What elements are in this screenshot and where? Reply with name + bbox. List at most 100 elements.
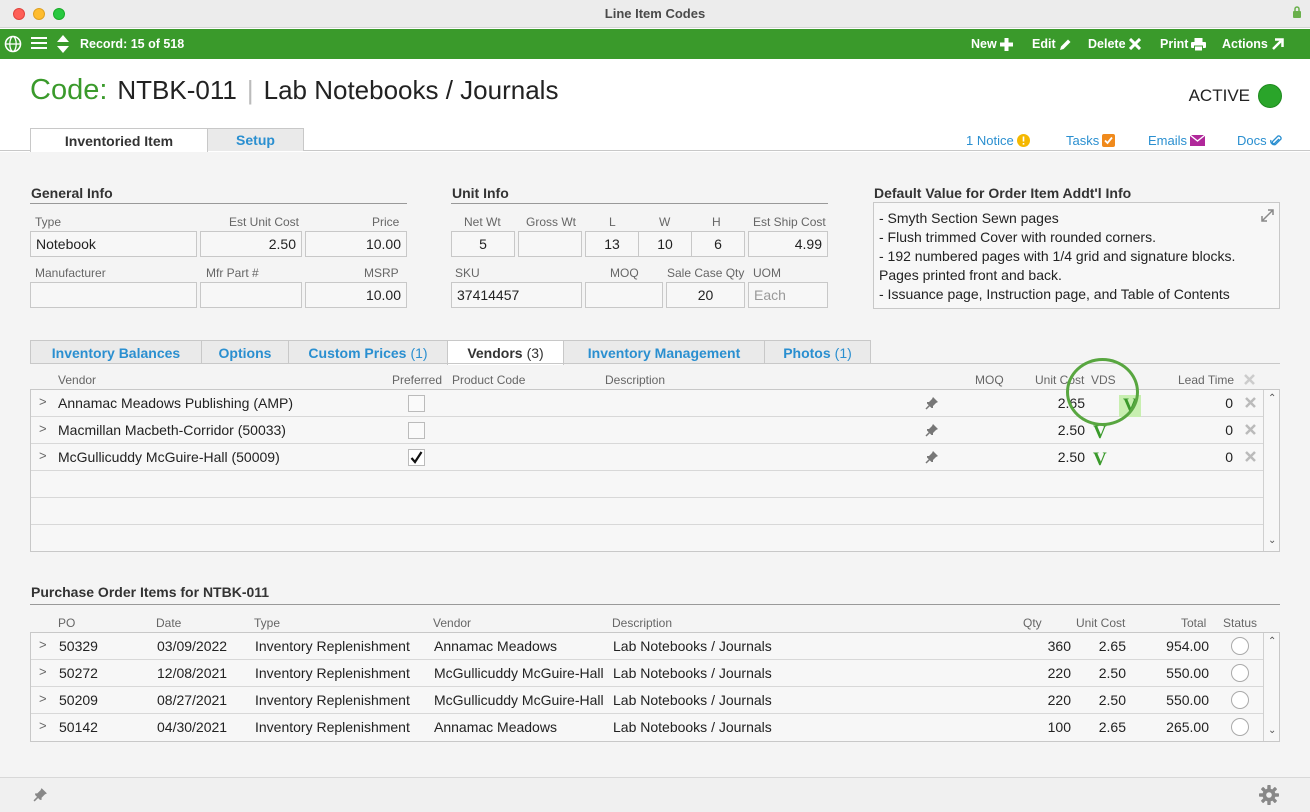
scroll-up-icon[interactable]: ⌃ — [1268, 393, 1276, 404]
expand-row-icon[interactable]: > — [39, 691, 47, 706]
scroll-down-icon[interactable]: ⌄ — [1268, 535, 1276, 546]
price-field[interactable]: 10.00 — [305, 231, 407, 257]
expand-row-icon[interactable]: > — [39, 664, 47, 679]
pin-icon[interactable] — [925, 450, 939, 464]
remove-row-icon[interactable] — [1245, 397, 1256, 408]
moq-field[interactable] — [585, 282, 663, 308]
expand-row-icon[interactable]: > — [39, 394, 47, 409]
col-type[interactable]: Type — [254, 616, 280, 630]
col-date[interactable]: Date — [156, 616, 181, 630]
notice-link[interactable]: 1 Notice — [966, 133, 1030, 148]
po-description: Lab Notebooks / Journals — [613, 665, 772, 681]
table-row[interactable]: > 50142 04/30/2021 Inventory Replenishme… — [31, 714, 1263, 741]
col-status[interactable]: Status — [1223, 616, 1257, 630]
tab-setup[interactable]: Setup — [207, 128, 304, 151]
lock-icon[interactable] — [1292, 5, 1302, 19]
docs-link[interactable]: Docs — [1237, 133, 1282, 148]
msrp-label: MSRP — [364, 266, 399, 280]
col-total[interactable]: Total — [1181, 616, 1206, 630]
subtab-photos[interactable]: Photos (1) — [764, 340, 871, 364]
uom-field[interactable]: Each — [748, 282, 828, 308]
scroll-up-icon[interactable]: ⌃ — [1268, 636, 1276, 647]
po-total: 954.00 — [1166, 638, 1209, 654]
po-qty: 100 — [1047, 719, 1071, 735]
new-button[interactable]: New — [971, 37, 1013, 51]
col-po[interactable]: PO — [58, 616, 75, 630]
manufacturer-field[interactable] — [30, 282, 197, 308]
col-preferred[interactable]: Preferred — [392, 373, 442, 387]
table-row[interactable]: > McGullicuddy McGuire-Hall (50009) 2.50… — [31, 444, 1263, 471]
col-po-unit-cost[interactable]: Unit Cost — [1076, 616, 1125, 630]
col-product-code[interactable]: Product Code — [452, 373, 525, 387]
plus-icon — [999, 37, 1013, 51]
table-row[interactable]: > 50272 12/08/2021 Inventory Replenishme… — [31, 660, 1263, 687]
col-description[interactable]: Description — [605, 373, 665, 387]
scroll-down-icon[interactable]: ⌄ — [1268, 725, 1276, 736]
table-row[interactable]: > Macmillan Macbeth-Corridor (50033) 2.5… — [31, 417, 1263, 444]
subtab-inventory-management[interactable]: Inventory Management — [563, 340, 765, 364]
col-vendor[interactable]: Vendor — [58, 373, 96, 387]
status-label: ACTIVE — [1188, 86, 1250, 105]
sku-field[interactable]: 37414457 — [451, 282, 582, 308]
tasks-link[interactable]: Tasks — [1066, 133, 1116, 148]
emails-link[interactable]: Emails — [1148, 133, 1206, 148]
preferred-checkbox[interactable] — [408, 395, 425, 412]
expand-icon[interactable] — [1260, 208, 1275, 223]
print-button[interactable]: Print — [1160, 37, 1207, 51]
actions-button[interactable]: Actions — [1222, 37, 1284, 51]
msrp-field[interactable]: 10.00 — [305, 282, 407, 308]
preferred-checkbox[interactable] — [408, 422, 425, 439]
status-indicator[interactable]: ACTIVE — [1189, 84, 1282, 108]
subtab-custom-prices[interactable]: Custom Prices (1) — [288, 340, 448, 364]
remove-row-icon[interactable] — [1245, 451, 1256, 462]
clear-icon[interactable] — [1244, 374, 1255, 385]
length-field[interactable]: 13 — [585, 231, 639, 257]
preferred-checkbox[interactable] — [408, 449, 425, 466]
status-radio[interactable] — [1231, 691, 1249, 709]
net-wt-field[interactable]: 5 — [451, 231, 515, 257]
subtab-vendors[interactable]: Vendors (3) — [447, 340, 564, 365]
globe-icon[interactable] — [4, 35, 22, 53]
expand-row-icon[interactable]: > — [39, 448, 47, 463]
col-po-description[interactable]: Description — [612, 616, 672, 630]
table-row[interactable]: > 50329 03/09/2022 Inventory Replenishme… — [31, 633, 1263, 660]
hamburger-menu-icon[interactable] — [31, 36, 47, 50]
po-items-scrollbar[interactable]: ⌃ ⌄ — [1263, 633, 1279, 741]
est-ship-cost-field[interactable]: 4.99 — [748, 231, 828, 257]
default-value-textarea[interactable]: - Smyth Section Sewn pages - Flush trimm… — [873, 202, 1280, 309]
status-radio[interactable] — [1231, 664, 1249, 682]
col-qty[interactable]: Qty — [1023, 616, 1042, 630]
vds-cell[interactable]: V — [1093, 449, 1107, 471]
status-radio[interactable] — [1231, 637, 1249, 655]
col-po-vendor[interactable]: Vendor — [433, 616, 471, 630]
width-field[interactable]: 10 — [638, 231, 692, 257]
tab-inventoried-item[interactable]: Inventoried Item — [30, 128, 208, 152]
col-lead-time[interactable]: Lead Time — [1178, 373, 1234, 387]
expand-row-icon[interactable]: > — [39, 421, 47, 436]
expand-row-icon[interactable]: > — [39, 718, 47, 733]
vendors-scrollbar[interactable]: ⌃ ⌄ — [1263, 390, 1279, 551]
col-moq[interactable]: MOQ — [975, 373, 1004, 387]
record-up-down-icon[interactable] — [56, 34, 70, 54]
lead-time-cell: 0 — [1225, 395, 1233, 411]
pin-icon[interactable] — [33, 787, 48, 802]
gear-icon[interactable] — [1258, 784, 1280, 806]
vendor-name: McGullicuddy McGuire-Hall (50009) — [58, 449, 280, 465]
mfr-part-field[interactable] — [200, 282, 302, 308]
po-vendor: Annamac Meadows — [434, 638, 557, 654]
height-field[interactable]: 6 — [691, 231, 745, 257]
subtab-inventory-balances[interactable]: Inventory Balances — [30, 340, 202, 364]
est-unit-cost-field[interactable]: 2.50 — [200, 231, 302, 257]
pin-icon[interactable] — [925, 423, 939, 437]
remove-row-icon[interactable] — [1245, 424, 1256, 435]
expand-row-icon[interactable]: > — [39, 637, 47, 652]
type-field[interactable]: Notebook — [30, 231, 197, 257]
delete-button[interactable]: Delete — [1088, 37, 1141, 51]
sale-case-qty-field[interactable]: 20 — [666, 282, 745, 308]
pin-icon[interactable] — [925, 396, 939, 410]
gross-wt-field[interactable] — [518, 231, 582, 257]
subtab-options[interactable]: Options — [201, 340, 289, 364]
table-row[interactable]: > 50209 08/27/2021 Inventory Replenishme… — [31, 687, 1263, 714]
edit-button[interactable]: Edit — [1032, 37, 1072, 51]
status-radio[interactable] — [1231, 718, 1249, 736]
